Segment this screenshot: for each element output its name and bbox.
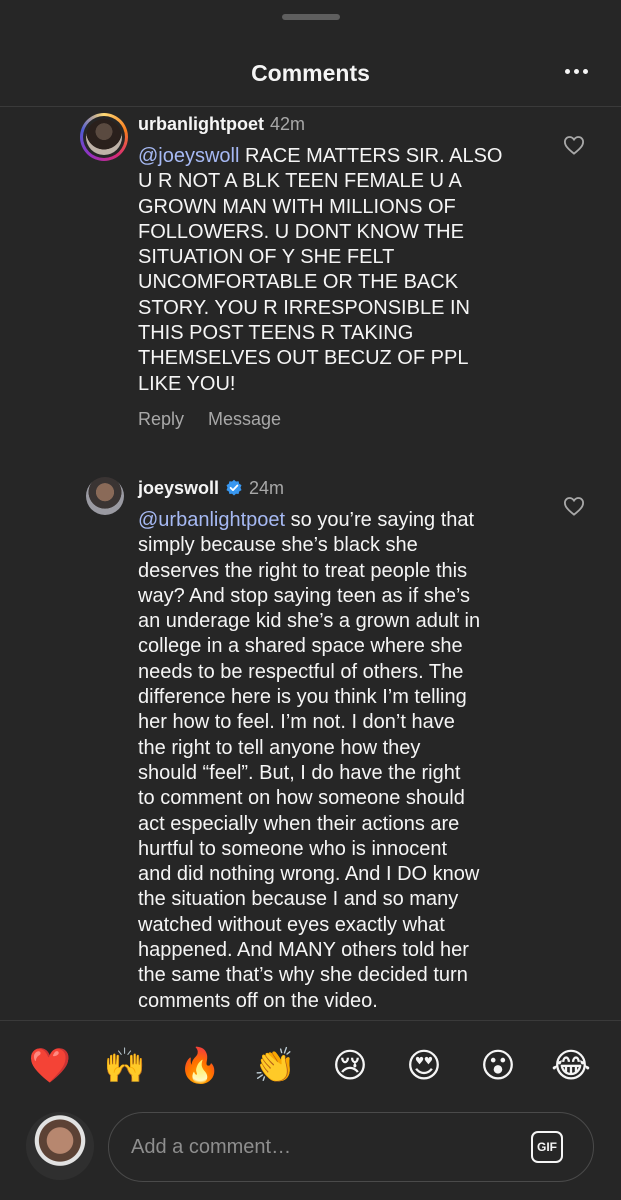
page-title: Comments	[251, 60, 370, 86]
gif-button[interactable]: GIF	[531, 1131, 563, 1163]
comment-username[interactable]: urbanlightpoet	[138, 114, 264, 134]
like-heart-icon[interactable]	[563, 135, 585, 155]
comment-mention[interactable]: @joeyswoll	[138, 145, 239, 167]
header: Comments	[0, 50, 621, 98]
message-button[interactable]: Message	[208, 409, 281, 429]
emoji-crying[interactable]: 😢	[328, 1046, 372, 1086]
emoji-heart-eyes[interactable]: 😍	[402, 1046, 446, 1086]
reply-button[interactable]: Reply	[138, 409, 184, 429]
comment-body: RACE MATTERS SIR. ALSO U R NOT A BLK TEE…	[138, 145, 503, 395]
comment-username[interactable]: joeyswoll	[138, 478, 219, 498]
more-dots-icon	[564, 68, 570, 74]
comment-header: joeyswoll 24m	[138, 478, 284, 499]
divider	[0, 1020, 621, 1021]
verified-badge-icon	[226, 479, 242, 496]
divider	[0, 106, 621, 107]
emoji-clapping[interactable]: 👏	[253, 1046, 297, 1086]
comments-sheet: Comments urbanlightpoet 42m @joeyswoll RA…	[0, 0, 621, 1200]
avatar-image	[86, 119, 122, 155]
comment-input[interactable]	[129, 1131, 513, 1163]
comment-mention[interactable]: @urbanlightpoet	[138, 509, 285, 531]
comment-actions: Reply Message	[138, 409, 305, 430]
quick-reaction-bar: ❤️ 🙌 🔥 👏 😢 😍 😮 😂	[0, 1040, 621, 1092]
like-heart-icon[interactable]	[563, 496, 585, 516]
more-options-button[interactable]	[561, 56, 591, 86]
comment-time: 24m	[249, 478, 285, 498]
comment-input-container: GIF	[108, 1112, 594, 1182]
emoji-fire[interactable]: 🔥	[178, 1046, 222, 1086]
emoji-surprised[interactable]: 😮	[476, 1046, 520, 1086]
comment-text: @joeyswoll RACE MATTERS SIR. ALSO U R NO…	[138, 144, 558, 397]
emoji-heart[interactable]: ❤️	[28, 1046, 72, 1086]
emoji-raising-hands[interactable]: 🙌	[103, 1046, 147, 1086]
comment-body: so you’re saying that simply because she…	[138, 509, 481, 1012]
avatar[interactable]	[80, 113, 128, 161]
comment-text: @urbanlightpoet so you’re saying that si…	[138, 508, 578, 1014]
composer-avatar	[26, 1112, 94, 1180]
avatar[interactable]	[86, 477, 124, 515]
comment-header: urbanlightpoet 42m	[138, 114, 305, 135]
emoji-laughing[interactable]: 😂	[549, 1046, 593, 1086]
drag-handle[interactable]	[282, 14, 340, 20]
comment-time: 42m	[269, 114, 305, 134]
